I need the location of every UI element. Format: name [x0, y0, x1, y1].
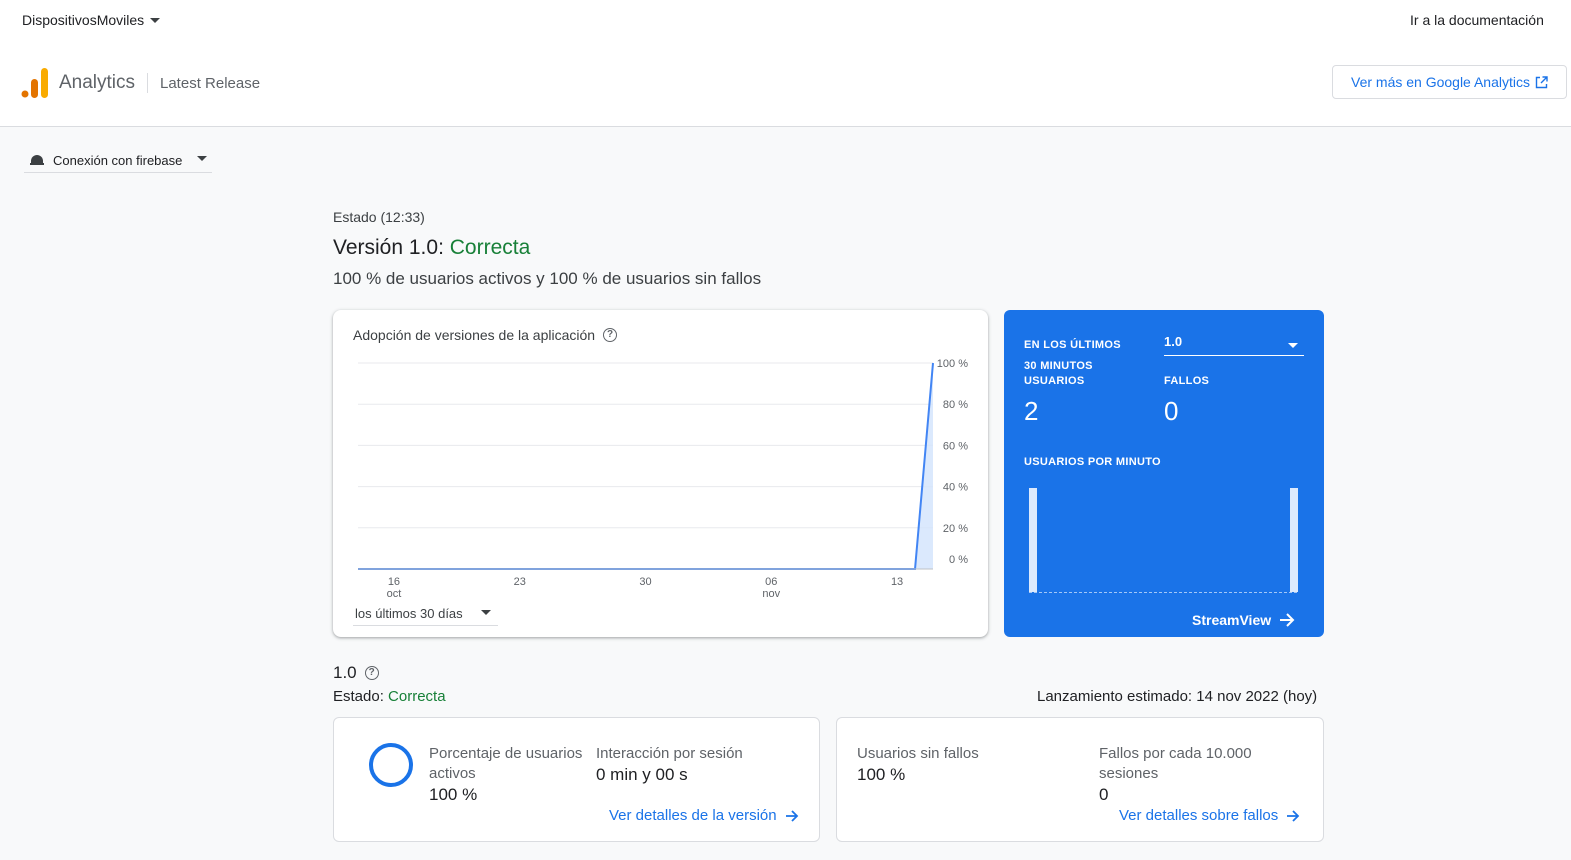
crash-details-link[interactable]: Ver detalles sobre fallos [1119, 807, 1300, 824]
docs-link[interactable]: Ir a la documentación [1410, 12, 1544, 28]
y-tick-label: 0 % [949, 554, 968, 566]
x-tick-label: oct [387, 588, 402, 600]
status-time: Estado (12:33) [333, 209, 425, 225]
y-tick-label: 80 % [943, 399, 968, 411]
chevron-down-icon [1288, 343, 1298, 348]
arrow-right-icon [1287, 809, 1300, 822]
series-line [358, 362, 934, 570]
product-name: Analytics [59, 72, 136, 93]
version-status-prefix: Estado: [333, 688, 384, 705]
crash-free-value: 100 % [857, 765, 906, 784]
chevron-down-icon [197, 156, 207, 161]
release-name: Latest Release [160, 75, 261, 92]
range-selector[interactable]: los últimos 30 días [353, 602, 498, 626]
window-label-1: EN LOS ÚLTIMOS [1024, 339, 1121, 351]
engagement-label: Interacción por sesión [596, 745, 743, 762]
version-status-title: Versión 1.0: Correcta [333, 236, 530, 260]
analytics-logo-icon [21, 68, 48, 98]
users-label: USUARIOS [1024, 375, 1085, 387]
version-heading: 1.0 ? [333, 663, 379, 683]
y-tick-label: 20 % [943, 523, 968, 535]
x-tick-label: 30 [639, 576, 651, 588]
y-tick-label: 60 % [943, 440, 968, 452]
x-tick-label: nov [762, 588, 780, 600]
x-tick-label: 13 [891, 576, 903, 588]
version-metrics-card: Porcentaje de usuarios activos 100 % Int… [333, 717, 820, 842]
version-status: Estado: Correcta [333, 688, 446, 705]
version-status-value: Correcta [388, 688, 446, 705]
realtime-card: EN LOS ÚLTIMOS 30 MINUTOS 1.0 USUARIOS F… [1004, 310, 1324, 637]
adoption-title-text: Adopción de versiones de la aplicación [353, 327, 596, 343]
arrow-right-icon [1280, 613, 1295, 627]
active-pct-label: Porcentaje de usuarios activos [429, 745, 583, 782]
crash-details-label: Ver detalles sobre fallos [1119, 807, 1279, 824]
crashes-per-10k-value: 0 [1099, 785, 1109, 804]
view-in-google-analytics-button[interactable]: Ver más en Google Analytics [1332, 65, 1567, 99]
x-tick-label: 23 [514, 576, 526, 588]
crashes-label: FALLOS [1164, 375, 1210, 387]
range-label: los últimos 30 días [355, 606, 463, 621]
streamview-label: StreamView [1192, 612, 1272, 628]
users-per-minute-chart [1029, 488, 1299, 593]
chevron-down-icon [481, 610, 491, 615]
engagement-value: 0 min y 00 s [596, 765, 688, 784]
per-minute-bar [1029, 488, 1037, 592]
app-selector-label: Conexión con firebase [53, 152, 183, 168]
ga-button-label: Ver más en Google Analytics [1351, 74, 1530, 90]
active-pct-value: 100 % [429, 785, 478, 804]
realtime-version-selector[interactable]: 1.0 [1164, 334, 1304, 356]
streamview-link[interactable]: StreamView [1192, 612, 1295, 628]
project-selector[interactable]: DispositivosMoviles [22, 12, 161, 28]
version-number: 1.0 [333, 663, 357, 682]
realtime-version-label: 1.0 [1164, 334, 1183, 349]
adoption-title: Adopción de versiones de la aplicación ? [353, 327, 618, 343]
crash-metrics-card: Usuarios sin fallos 100 % Fallos por cad… [836, 717, 1324, 842]
users-value: 2 [1024, 396, 1039, 426]
version-details-link[interactable]: Ver detalles de la versión [609, 807, 799, 824]
version-summary: 100 % de usuarios activos y 100 % de usu… [333, 269, 762, 288]
header-divider [147, 73, 148, 93]
top-bar: DispositivosMoviles Ir a la documentació… [0, 0, 1571, 127]
adoption-card: 100 % 80 % 60 % 40 % 20 % 0 % 16 oct 23 30 06 nov 13… [333, 310, 988, 637]
crashes-value: 0 [1164, 396, 1179, 426]
help-icon[interactable]: ? [603, 328, 618, 342]
open-in-new-icon [1535, 75, 1548, 88]
arrow-right-icon [785, 809, 798, 822]
adoption-chart: 100 % 80 % 60 % 40 % 20 % 0 % 16oct 23 30 06nov 13 [358, 358, 968, 600]
chevron-down-icon [150, 17, 161, 23]
project-name: DispositivosMoviles [22, 12, 145, 28]
version-state: Correcta [449, 236, 531, 259]
active-users-ring [369, 743, 413, 787]
y-tick-label: 100 % [937, 358, 968, 370]
y-tick-label: 40 % [943, 482, 968, 494]
crash-free-label: Usuarios sin fallos [857, 745, 979, 762]
x-tick-label: 16 [388, 576, 400, 588]
x-tick-label: 06 [765, 576, 777, 588]
version-details-label: Ver detalles de la versión [609, 807, 777, 824]
per-minute-label: USUARIOS POR MINUTO [1024, 456, 1161, 468]
launch-date: Lanzamiento estimado: 14 nov 2022 (hoy) [1037, 688, 1318, 705]
android-icon [30, 155, 44, 165]
help-icon[interactable]: ? [364, 666, 379, 680]
crashes-per-10k-label: Fallos por cada 10.000 sesiones [1099, 745, 1252, 782]
window-label-2: 30 MINUTOS [1024, 360, 1093, 372]
version-prefix: Versión 1.0: [333, 236, 444, 259]
per-minute-bar [1290, 488, 1298, 592]
series-area [358, 363, 933, 569]
app-selector[interactable]: Conexión con firebase [24, 148, 212, 173]
